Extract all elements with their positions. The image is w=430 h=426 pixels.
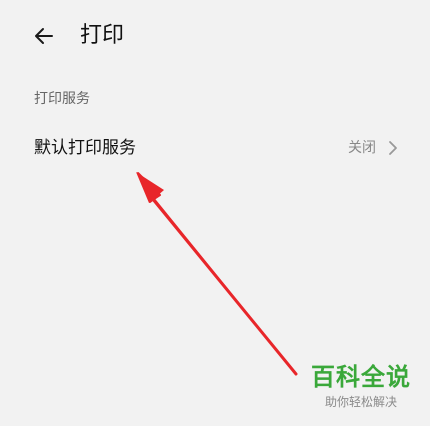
- section-title: 打印服务: [34, 91, 90, 107]
- page-title: 打印: [80, 23, 125, 48]
- back-button[interactable]: [28, 20, 60, 52]
- watermark-logo: 百科全说 助你轻松解决: [305, 362, 417, 410]
- header: 打印: [0, 0, 430, 72]
- watermark-title: 百科全说: [311, 363, 411, 391]
- default-print-service-row[interactable]: 默认打印服务 关闭: [0, 122, 430, 174]
- chevron-right-icon: [389, 141, 397, 155]
- setting-label: 默认打印服务: [34, 138, 136, 158]
- arrow-left-icon: [35, 28, 53, 44]
- watermark-subtitle: 助你轻松解决: [324, 395, 397, 409]
- setting-value: 关闭: [348, 140, 376, 156]
